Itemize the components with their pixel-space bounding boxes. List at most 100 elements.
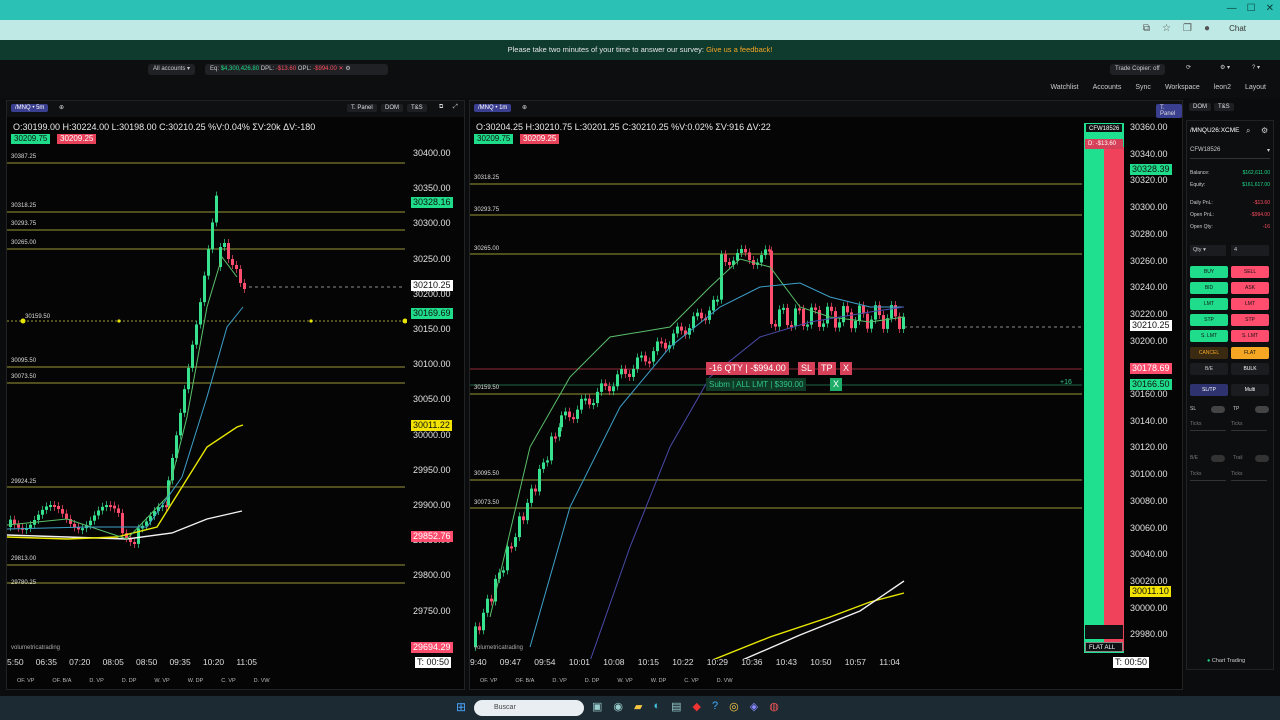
- maximize-icon[interactable]: ☐: [1247, 3, 1256, 14]
- multi-tab[interactable]: Multi: [1231, 384, 1269, 396]
- sell-limit-button[interactable]: LMT: [1231, 298, 1269, 310]
- nav-user[interactable]: leon2: [1214, 84, 1231, 91]
- qty-input[interactable]: 4: [1231, 245, 1269, 256]
- sl-ticks-selector[interactable]: Ticks: [1190, 421, 1226, 431]
- account-selector[interactable]: CFW18526 ▾: [1190, 147, 1270, 159]
- tool-toggle[interactable]: C. VP: [684, 678, 698, 684]
- alerts-icon[interactable]: ⟳: [1186, 64, 1191, 71]
- bid-button[interactable]: BID: [1190, 282, 1228, 294]
- tool-toggle[interactable]: W. VP: [154, 678, 169, 684]
- breakeven-button[interactable]: B/E: [1190, 363, 1228, 375]
- chrome-icon[interactable]: ◎: [729, 700, 739, 713]
- be-ticks-selector[interactable]: Ticks: [1190, 471, 1226, 481]
- buy-limit-button[interactable]: LMT: [1190, 298, 1228, 310]
- flat-all-button[interactable]: FLAT ALL: [1085, 642, 1123, 652]
- app-icon[interactable]: ◈: [750, 700, 758, 713]
- tpanel-button[interactable]: T. Panel: [1156, 104, 1182, 118]
- working-order-label[interactable]: Subm | ALL LMT | $390.00: [706, 378, 806, 391]
- symbol-selector[interactable]: /MNQ • 1m: [474, 104, 511, 112]
- tool-toggle[interactable]: D. VW: [254, 678, 270, 684]
- taskbar-search[interactable]: Buscar: [474, 700, 584, 716]
- sell-stop-button[interactable]: STP: [1231, 314, 1269, 326]
- panel-symbol[interactable]: /MNQU26:XCME: [1190, 127, 1239, 134]
- tool-toggle[interactable]: D. VP: [552, 678, 566, 684]
- gear-icon[interactable]: ⚙: [1261, 126, 1268, 135]
- settings-gear-icon[interactable]: ⚙ ▾: [1220, 64, 1230, 71]
- favorite-icon[interactable]: ☆: [1162, 23, 1171, 34]
- buy-button[interactable]: BUY: [1190, 266, 1228, 278]
- copilot-icon[interactable]: ◉: [613, 700, 623, 713]
- tool-toggle[interactable]: D. VP: [89, 678, 103, 684]
- add-icon[interactable]: ⊕: [522, 104, 527, 111]
- help-app-icon[interactable]: ?: [712, 700, 718, 713]
- dom-button[interactable]: DOM: [1189, 103, 1211, 111]
- minimize-icon[interactable]: —: [1227, 3, 1237, 14]
- sl-toggle[interactable]: [1211, 406, 1225, 413]
- symbol-selector[interactable]: /MNQ • 5m: [11, 104, 48, 112]
- cancel-order-button[interactable]: X: [830, 378, 842, 391]
- tool-toggle[interactable]: C. VP: [221, 678, 235, 684]
- search-icon[interactable]: ⌕: [1246, 126, 1250, 136]
- extensions-icon[interactable]: ⧉: [1143, 23, 1150, 34]
- chart-trading-toggle[interactable]: ● Chart Trading: [1207, 658, 1245, 664]
- help-icon[interactable]: ? ▾: [1252, 64, 1260, 71]
- chat-button[interactable]: Chat: [1229, 24, 1246, 33]
- add-icon[interactable]: ⊕: [59, 104, 64, 111]
- tool-toggle[interactable]: W. DP: [188, 678, 204, 684]
- task-view-icon[interactable]: ▣: [592, 700, 602, 713]
- add-sl-button[interactable]: SL: [798, 362, 815, 375]
- add-tp-button[interactable]: TP: [818, 362, 836, 375]
- collections-icon[interactable]: ❐: [1183, 23, 1192, 34]
- time-axis[interactable]: 5:50 06:35 07:20 08:05 08:50 09:35 10:20 11:05: [7, 657, 407, 667]
- sltp-tab[interactable]: SL/TP: [1190, 384, 1228, 396]
- sell-button[interactable]: SELL: [1231, 266, 1269, 278]
- tool-toggle[interactable]: W. VP: [617, 678, 632, 684]
- nav-watchlist[interactable]: Watchlist: [1050, 84, 1078, 91]
- tool-toggle[interactable]: D. VW: [717, 678, 733, 684]
- edge-icon[interactable]: ◐: [653, 700, 660, 713]
- nav-sync[interactable]: Sync: [1135, 84, 1151, 91]
- popout-icon[interactable]: ⧉: [439, 104, 443, 111]
- nav-layout[interactable]: Layout: [1245, 84, 1266, 91]
- sell-stop-limit-button[interactable]: S. LMT: [1231, 330, 1269, 342]
- buy-stop-limit-button[interactable]: S. LMT: [1190, 330, 1228, 342]
- tool-toggle[interactable]: OF. VP: [17, 678, 34, 684]
- close-icon[interactable]: ✕: [1266, 3, 1274, 14]
- tool-toggle[interactable]: D. DP: [585, 678, 600, 684]
- price-chart-5m[interactable]: [7, 147, 407, 659]
- settings-icon[interactable]: ⚙: [345, 66, 350, 72]
- tool-toggle[interactable]: W. DP: [651, 678, 667, 684]
- qty-selector[interactable]: Qty ▾: [1190, 245, 1226, 256]
- file-explorer-icon[interactable]: ▰: [634, 700, 642, 713]
- app-icon[interactable]: ◆: [693, 700, 701, 713]
- position-qty-pnl[interactable]: -16 QTY | -$994.00: [706, 362, 789, 375]
- buy-stop-button[interactable]: STP: [1190, 314, 1228, 326]
- app-icon[interactable]: ▤: [671, 700, 681, 713]
- tool-toggle[interactable]: OF. B/A: [515, 678, 534, 684]
- profile-icon[interactable]: ●: [1204, 23, 1210, 34]
- price-chart-1m[interactable]: [470, 147, 1082, 659]
- trade-copier-toggle[interactable]: Trade Copier: off: [1110, 64, 1165, 75]
- ts-button[interactable]: T&S: [407, 104, 427, 112]
- dom-button[interactable]: DOM: [381, 104, 403, 112]
- tpanel-button[interactable]: T. Panel: [347, 104, 377, 112]
- windows-start-icon[interactable]: ⊞: [456, 700, 466, 714]
- close-position-button[interactable]: X: [840, 362, 852, 375]
- nav-accounts[interactable]: Accounts: [1093, 84, 1122, 91]
- bulk-button[interactable]: BULK: [1231, 363, 1269, 375]
- tool-toggle[interactable]: OF. VP: [480, 678, 497, 684]
- expand-icon[interactable]: ⤢: [453, 104, 458, 111]
- nav-workspace[interactable]: Workspace: [1165, 84, 1200, 91]
- cancel-button[interactable]: CANCEL: [1190, 347, 1228, 359]
- close-positions-icon[interactable]: ✕: [339, 66, 344, 72]
- ts-button[interactable]: T&S: [1214, 103, 1234, 111]
- time-axis[interactable]: 9:40 09:47 09:54 10:01 10:08 10:15 10:22 10:29 1…: [470, 657, 900, 667]
- tp-ticks-selector[interactable]: Ticks: [1231, 421, 1267, 431]
- trail-ticks-selector[interactable]: Ticks: [1231, 471, 1267, 481]
- trail-toggle[interactable]: [1255, 455, 1269, 462]
- tp-toggle[interactable]: [1255, 406, 1269, 413]
- ask-button[interactable]: ASK: [1231, 282, 1269, 294]
- be-toggle[interactable]: [1211, 455, 1225, 462]
- dom-ask-column[interactable]: [1104, 147, 1124, 651]
- app-icon[interactable]: ◍: [769, 700, 779, 713]
